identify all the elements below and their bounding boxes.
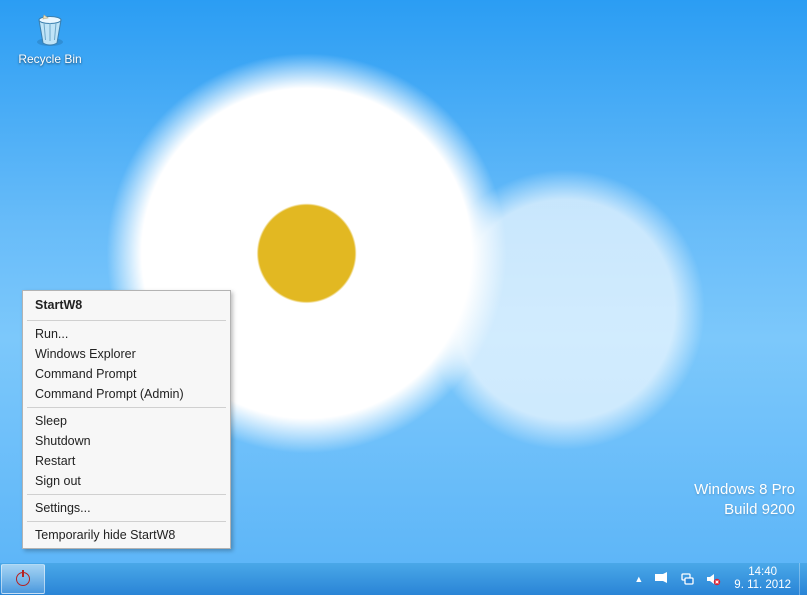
context-menu-separator [27,320,226,321]
menu-item-command-prompt-admin[interactable]: Command Prompt (Admin) [25,384,228,404]
context-menu-separator [27,494,226,495]
watermark-line2: Build 9200 [694,500,795,520]
context-menu-separator [27,521,226,522]
system-tray: ▲ 14:40 9. 11. 2012 [629,563,807,595]
recycle-bin-label: Recycle Bin [14,52,86,66]
taskbar: ▲ 14:40 9. 11. 2012 [0,563,807,595]
watermark-line1: Windows 8 Pro [694,480,795,500]
clock-time: 14:40 [734,566,791,579]
taskbar-clock[interactable]: 14:40 9. 11. 2012 [726,566,799,591]
recycle-bin-desktop-icon[interactable]: Recycle Bin [14,8,86,66]
tray-overflow-button[interactable]: ▲ [629,563,648,595]
menu-item-shutdown[interactable]: Shutdown [25,431,228,451]
context-menu-title: StartW8 [25,294,228,317]
menu-item-command-prompt[interactable]: Command Prompt [25,364,228,384]
menu-item-settings[interactable]: Settings... [25,498,228,518]
action-center-icon[interactable] [648,563,674,595]
recycle-bin-icon [29,8,71,50]
network-icon[interactable] [674,563,700,595]
taskbar-app-startw8[interactable] [1,564,45,594]
menu-item-temporarily-hide[interactable]: Temporarily hide StartW8 [25,525,228,545]
menu-item-run[interactable]: Run... [25,324,228,344]
volume-icon[interactable] [700,563,726,595]
clock-date: 9. 11. 2012 [734,579,791,592]
show-desktop-button[interactable] [799,563,807,595]
menu-item-restart[interactable]: Restart [25,451,228,471]
menu-item-sign-out[interactable]: Sign out [25,471,228,491]
menu-item-windows-explorer[interactable]: Windows Explorer [25,344,228,364]
menu-item-sleep[interactable]: Sleep [25,411,228,431]
start-context-menu: StartW8 Run... Windows Explorer Command … [22,290,231,549]
context-menu-separator [27,407,226,408]
power-icon [16,572,30,586]
desktop[interactable]: Recycle Bin Windows 8 Pro Build 9200 Sta… [0,0,807,563]
windows-watermark: Windows 8 Pro Build 9200 [694,480,795,519]
